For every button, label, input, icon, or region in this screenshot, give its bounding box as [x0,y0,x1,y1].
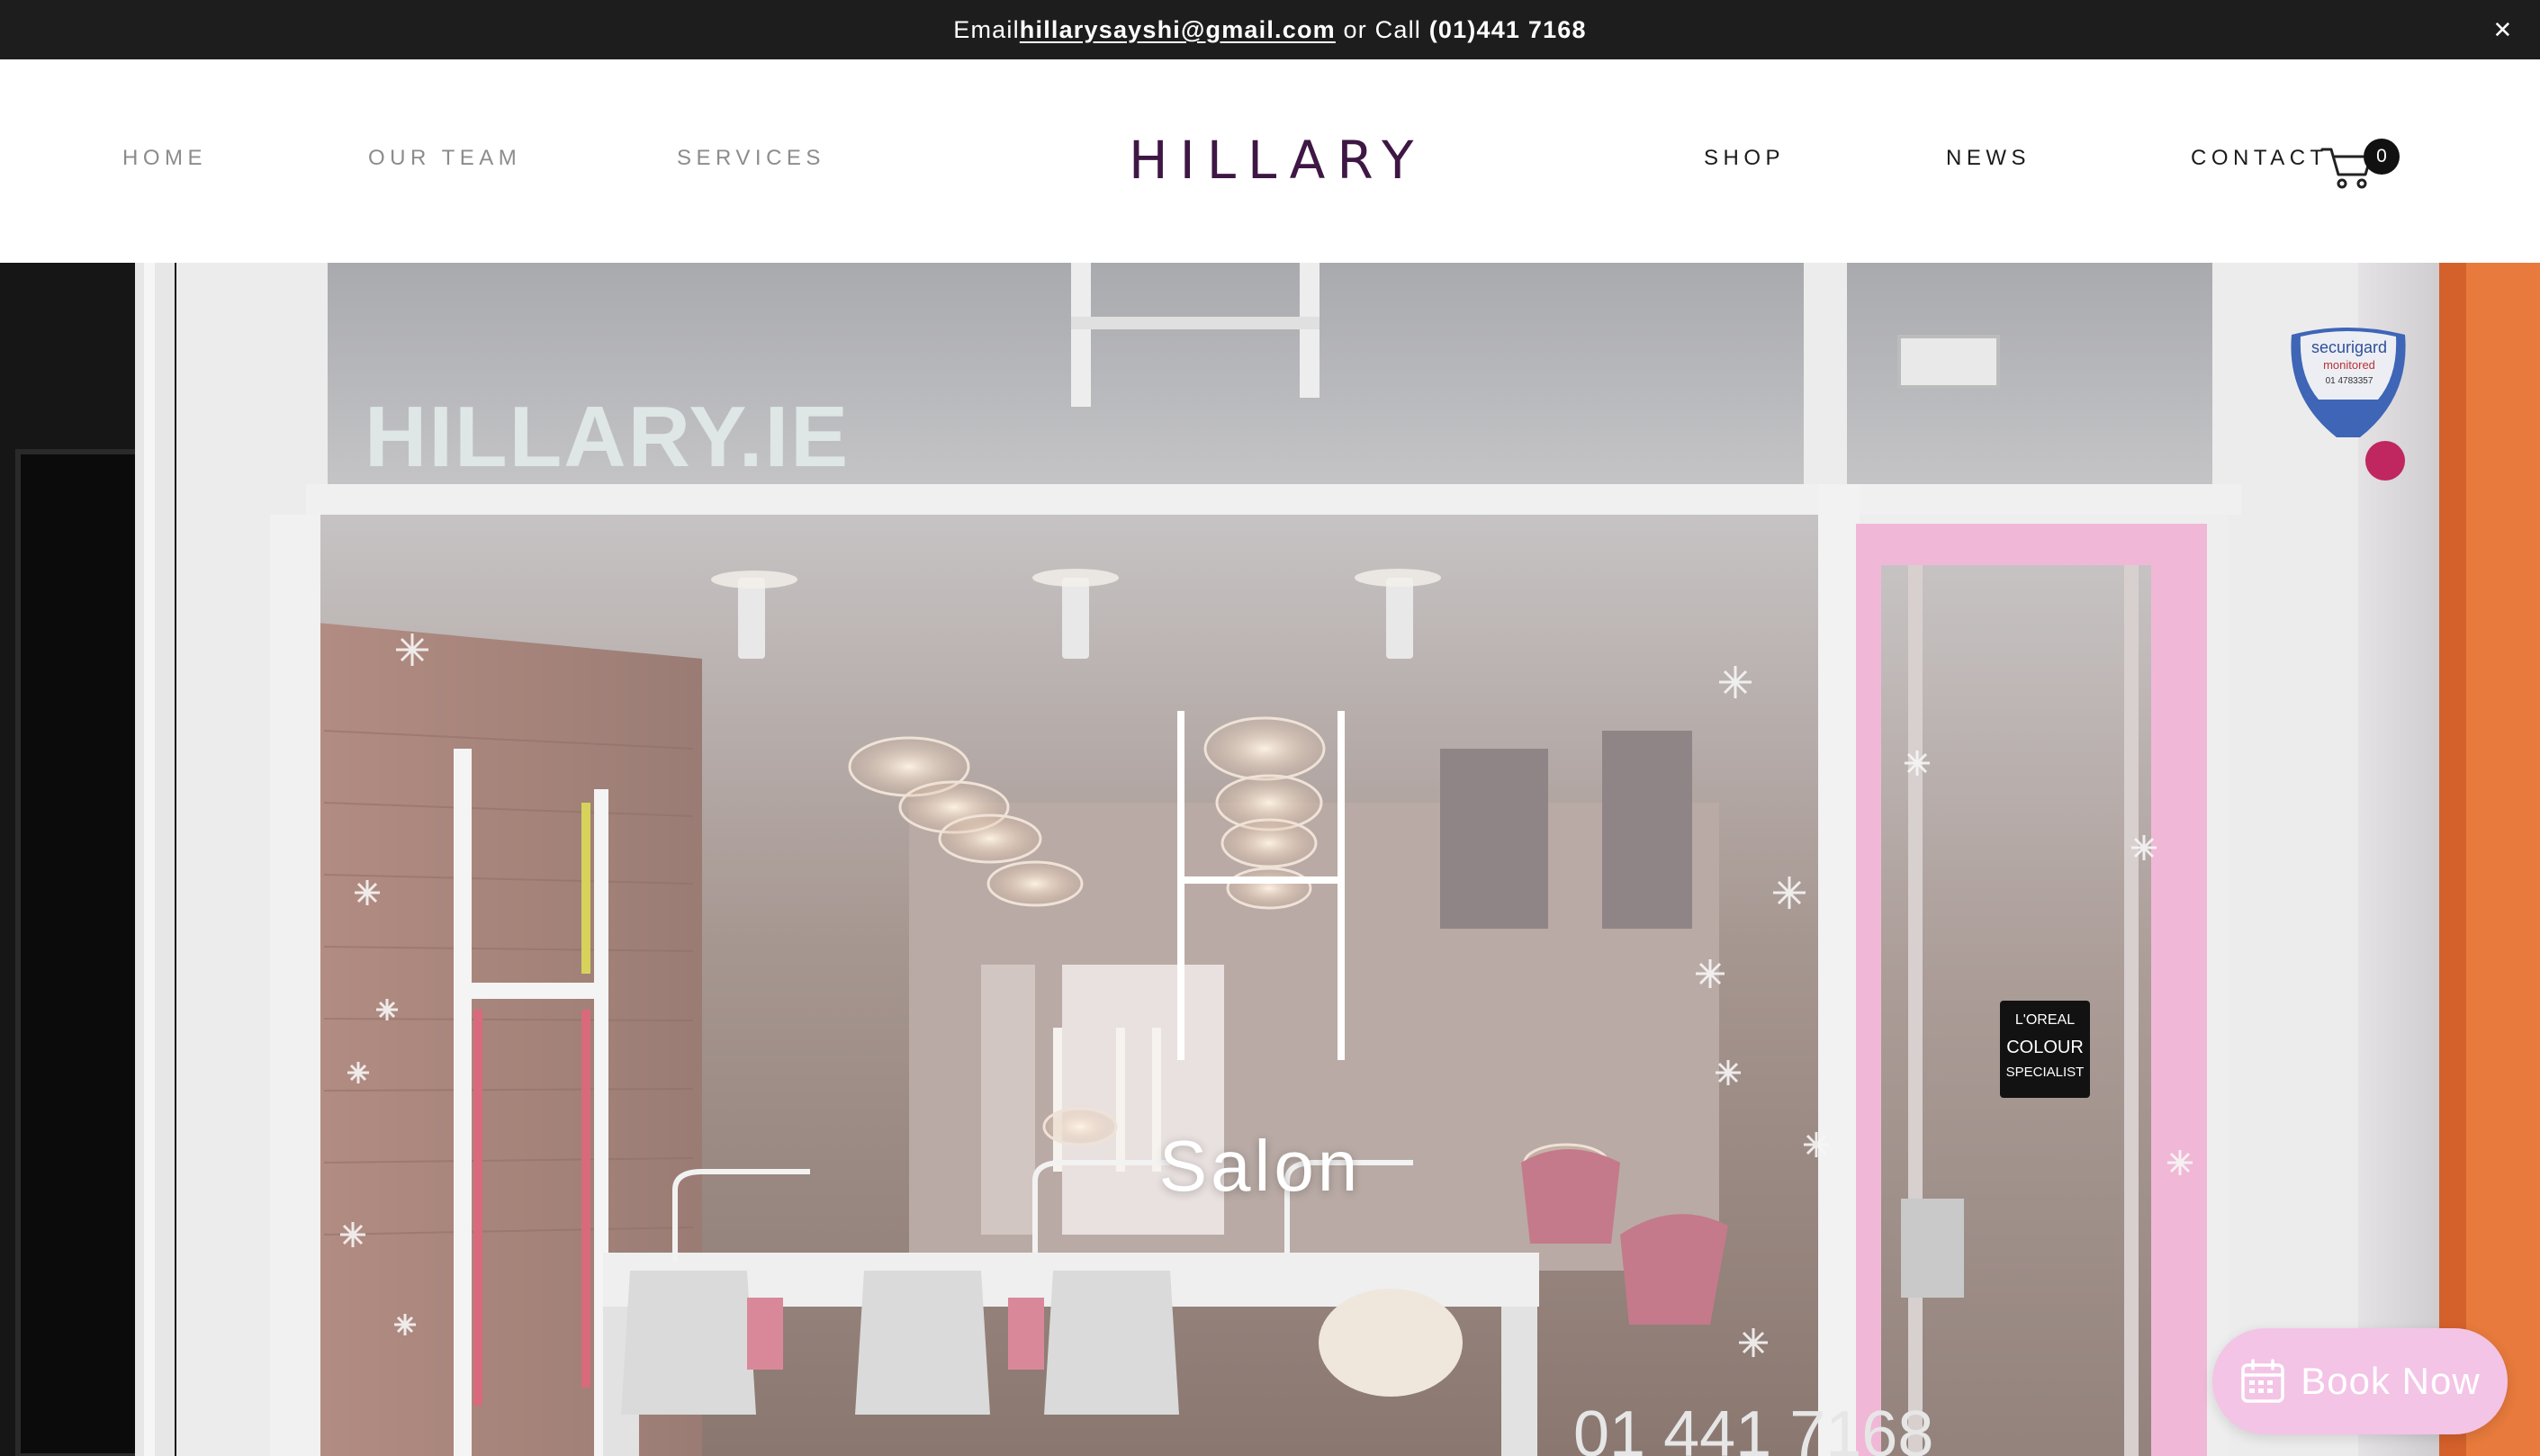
nav-shop[interactable]: SHOP [1704,146,1785,171]
calendar-icon [2241,1359,2285,1403]
close-icon[interactable]: ✕ [2486,13,2520,47]
announcement-email-prefix: Email [953,15,1020,43]
svg-text:01 441 7168: 01 441 7168 [1573,1398,1933,1456]
svg-text:SPECIALIST: SPECIALIST [2006,1065,2085,1080]
svg-text:securigard: securigard [2311,338,2387,356]
nav-contact[interactable]: CONTACT [2191,146,2328,171]
nav-services[interactable]: SERVICES [677,146,825,171]
site-logo[interactable]: HILLARY [1129,130,1413,191]
announcement-call-prefix: or Call [1335,15,1429,43]
hero-title: Salon [1158,1126,1362,1206]
svg-text:L'OREAL: L'OREAL [2015,1012,2075,1028]
nav-our-team[interactable]: OUR TEAM [368,146,521,171]
nav-home[interactable]: HOME [122,146,207,171]
hero-banner: HILLARY.IE L'OREAL COLOUR SPECIALIST sec… [0,263,2540,1456]
phone-number[interactable]: (01)441 7168 [1429,16,1587,44]
window-sign: HILLARY.IE [365,389,850,485]
book-now-label: Book Now [2301,1360,2481,1402]
svg-text:01 4783357: 01 4783357 [2326,376,2373,386]
cart-button[interactable]: 0 [2320,139,2401,193]
announcement-bar: Email hillarysayshi@gmail.com or Call (0… [0,0,2540,59]
svg-text:monitored: monitored [2323,358,2375,372]
hillary-h-logo-mark [1177,711,1345,1060]
cart-count-badge: 0 [2364,139,2400,175]
site-header: HOME OUR TEAM SERVICES HILLARY SHOP NEWS… [0,59,2540,263]
email-link[interactable]: hillarysayshi@gmail.com [1020,16,1336,44]
svg-text:COLOUR: COLOUR [2006,1038,2084,1057]
nav-news[interactable]: NEWS [1946,146,2031,171]
book-now-button[interactable]: Book Now [2212,1328,2508,1434]
